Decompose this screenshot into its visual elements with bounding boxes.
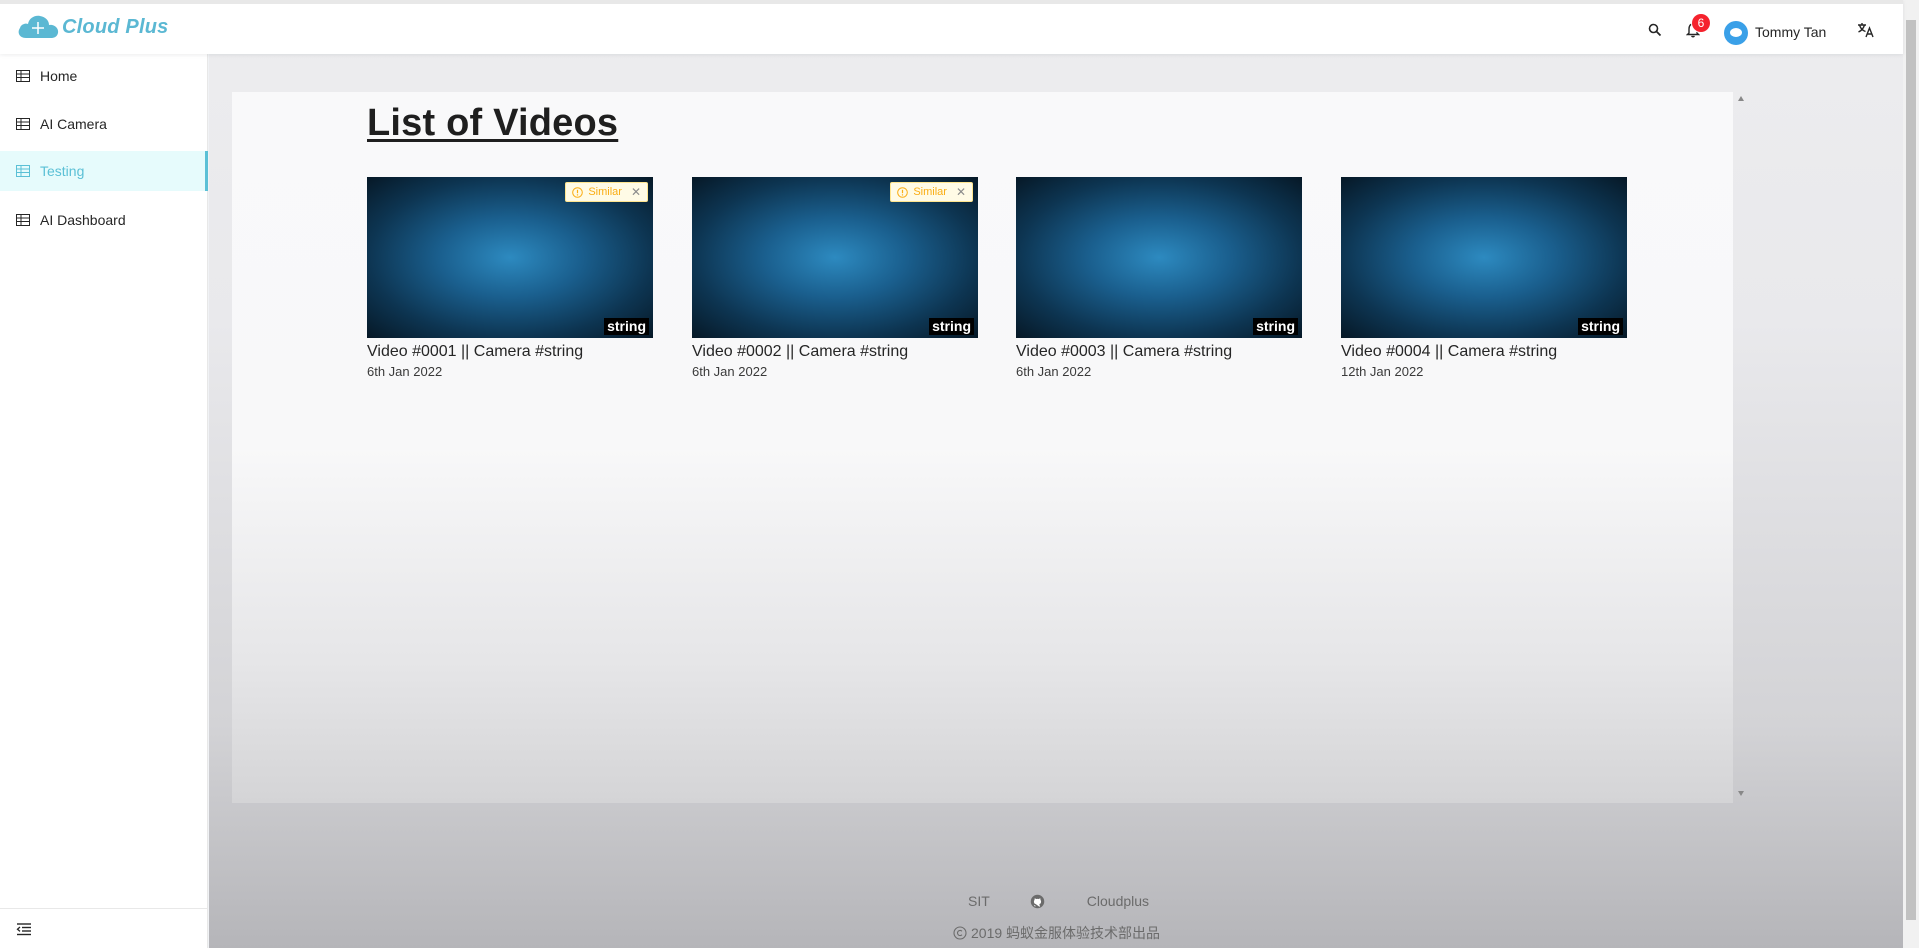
panel-scroll-down-arrow[interactable]: [1738, 791, 1744, 796]
sidebar-item-label: AI Dashboard: [40, 212, 126, 228]
video-title[interactable]: Video #0004 || Camera #string: [1341, 343, 1627, 361]
thumbnail-label: string: [929, 318, 974, 335]
table-icon: [16, 214, 30, 226]
sidebar-item-label: AI Camera: [40, 116, 107, 132]
close-icon[interactable]: ✕: [631, 185, 641, 199]
collapse-sidebar-button[interactable]: [0, 908, 208, 948]
close-icon[interactable]: ✕: [956, 185, 966, 199]
similar-tag: Similar ✕: [565, 182, 648, 202]
page-title: List of Videos: [367, 102, 619, 144]
video-date: 12th Jan 2022: [1341, 364, 1424, 379]
copyright-text: 2019 蚂蚁金服体验技术部出品: [971, 925, 1161, 941]
info-circle-icon: [897, 186, 909, 198]
video-title[interactable]: Video #0002 || Camera #string: [692, 343, 978, 361]
footer-links: SIT Cloudplus: [968, 893, 1149, 909]
menu-fold-icon: [16, 922, 31, 935]
search-icon[interactable]: [1643, 18, 1667, 42]
panel-scroll-up-arrow[interactable]: [1738, 96, 1744, 101]
page-scrollbar-thumb[interactable]: [1906, 20, 1916, 920]
thumbnail-label: string: [604, 318, 649, 335]
avatar[interactable]: [1724, 21, 1748, 45]
app-logo[interactable]: Cloud Plus: [16, 12, 168, 42]
similar-tag: Similar ✕: [890, 182, 973, 202]
footer-link-sit[interactable]: SIT: [968, 893, 990, 909]
info-circle-icon: [572, 186, 584, 198]
table-icon: [16, 70, 30, 82]
sidebar-item-home[interactable]: Home: [0, 56, 208, 96]
video-title[interactable]: Video #0001 || Camera #string: [367, 343, 653, 361]
notification-badge: 6: [1692, 14, 1710, 32]
chat-icon: [1730, 28, 1742, 37]
video-card[interactable]: Similar ✕ string Video #0001 || Camera #…: [367, 177, 653, 379]
cloud-logo-icon: [18, 15, 59, 38]
video-date: 6th Jan 2022: [367, 364, 443, 379]
copyright: 2019 蚂蚁金服体验技术部出品: [953, 923, 1160, 943]
sidebar-item-label: Home: [40, 68, 78, 84]
sidebar-item-ai-dashboard[interactable]: AI Dashboard: [0, 200, 208, 240]
user-name[interactable]: Tommy Tan: [1755, 24, 1826, 40]
video-thumbnail[interactable]: string: [1016, 177, 1302, 338]
video-card[interactable]: Similar ✕ string Video #0002 || Camera #…: [692, 177, 978, 379]
sidebar-item-label: Testing: [40, 163, 85, 179]
video-card[interactable]: string Video #0004 || Camera #string 12t…: [1341, 177, 1627, 379]
github-icon[interactable]: [1030, 894, 1045, 909]
sidebar: Home AI Camera Testing AI Dashboard: [0, 54, 208, 948]
app-name: Cloud Plus: [62, 15, 169, 38]
video-card[interactable]: string Video #0003 || Camera #string 6th…: [1016, 177, 1302, 379]
video-thumbnail[interactable]: Similar ✕ string: [367, 177, 653, 338]
video-thumbnail[interactable]: Similar ✕ string: [692, 177, 978, 338]
sidebar-item-testing[interactable]: Testing: [0, 151, 208, 191]
table-icon: [16, 118, 30, 130]
table-icon: [16, 165, 30, 177]
footer-link-cloudplus[interactable]: Cloudplus: [1087, 893, 1149, 909]
video-date: 6th Jan 2022: [692, 364, 768, 379]
thumbnail-label: string: [1578, 318, 1623, 335]
translate-icon[interactable]: [1854, 18, 1878, 42]
video-date: 6th Jan 2022: [1016, 364, 1092, 379]
similar-tag-label: Similar: [588, 186, 622, 198]
similar-tag-label: Similar: [913, 186, 947, 198]
sidebar-item-ai-camera[interactable]: AI Camera: [0, 104, 208, 144]
video-thumbnail[interactable]: string: [1341, 177, 1627, 338]
top-header: Cloud Plus 6 Tommy Tan: [0, 0, 1903, 54]
copyright-icon: [953, 926, 967, 940]
thumbnail-label: string: [1253, 318, 1298, 335]
video-title[interactable]: Video #0003 || Camera #string: [1016, 343, 1302, 361]
